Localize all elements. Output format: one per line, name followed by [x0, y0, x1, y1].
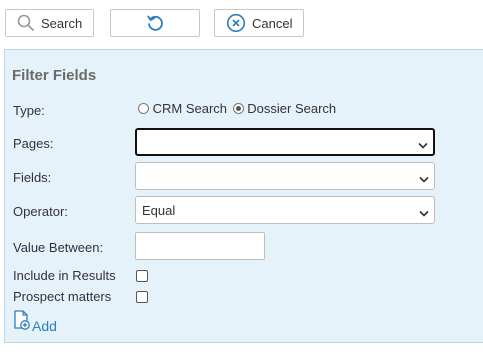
prospect-matters-label: Prospect matters [13, 289, 112, 304]
cancel-button-label: Cancel [252, 15, 293, 31]
chevron-down-icon [419, 172, 429, 187]
add-label: Add [32, 318, 57, 334]
pages-label: Pages: [13, 136, 54, 151]
add-document-icon [13, 310, 31, 334]
crm-search-radio[interactable]: CRM Search [138, 101, 231, 116]
search-button[interactable]: Search [5, 9, 94, 37]
panel-title: Filter Fields [12, 67, 97, 84]
search-button-label: Search [41, 15, 83, 31]
chevron-down-icon [418, 138, 428, 153]
value-between-label: Value Between: [13, 240, 104, 255]
fields-label: Fields: [13, 170, 52, 185]
value-between-input[interactable] [135, 232, 265, 260]
refresh-button[interactable] [110, 9, 200, 37]
radio-circle-selected[interactable] [232, 103, 244, 114]
add-button[interactable]: Add [13, 310, 57, 334]
include-in-results-label: Include in Results [13, 268, 116, 283]
type-label: Type: [13, 103, 45, 118]
dossier-search-radio-label: Dossier Search [247, 101, 337, 116]
pages-select[interactable] [135, 128, 435, 156]
chevron-down-icon [419, 206, 429, 221]
radio-circle[interactable] [138, 103, 149, 114]
crm-search-radio-label: CRM Search [152, 101, 228, 116]
filter-fields-panel: Filter Fields Type: CRM Search Dossier S… [4, 49, 483, 343]
type-radio-group: CRM Search Dossier Search [138, 101, 336, 116]
refresh-icon [145, 13, 165, 33]
search-icon [17, 14, 35, 32]
close-icon [226, 13, 246, 33]
prospect-matters-checkbox[interactable] [136, 291, 148, 303]
fields-select[interactable] [135, 162, 435, 190]
cancel-button[interactable]: Cancel [214, 9, 304, 37]
operator-select[interactable]: Equal [135, 196, 435, 224]
include-in-results-checkbox[interactable] [136, 270, 148, 282]
operator-select-value: Equal [142, 202, 176, 218]
dossier-search-radio[interactable]: Dossier Search [232, 101, 337, 116]
operator-label: Operator: [13, 204, 68, 219]
